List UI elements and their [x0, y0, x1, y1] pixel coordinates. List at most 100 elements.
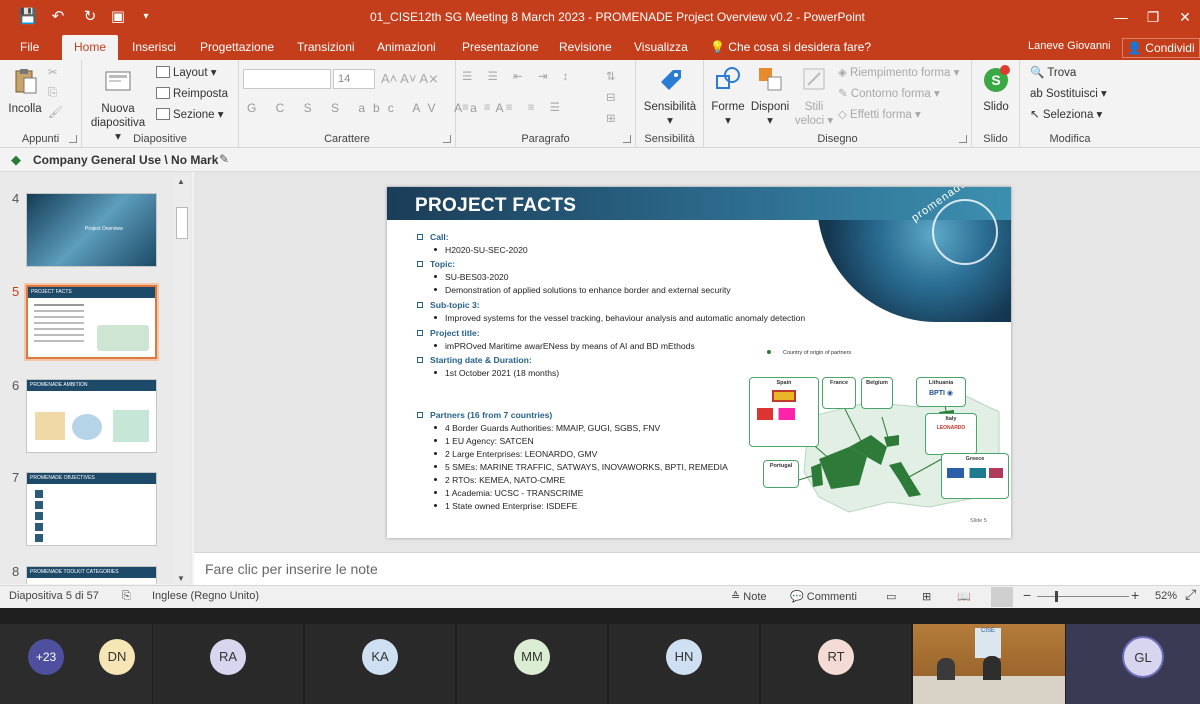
avatar-rt[interactable]: RT [818, 639, 854, 675]
new-slide-icon [105, 71, 131, 91]
reading-view-icon[interactable]: 📖 [957, 590, 971, 603]
slideshow-view-icon[interactable] [991, 587, 1013, 607]
notes-toggle[interactable]: ≙ Note [731, 590, 767, 603]
slide-thumbnail-5[interactable]: PROJECT FACTS [24, 283, 159, 361]
scroll-up-icon[interactable]: ▲ [177, 177, 185, 186]
find-button[interactable]: 🔍 Trova [1030, 64, 1076, 82]
slide-thumbnail-6[interactable]: PROMENADE AMBITION [26, 379, 157, 453]
fit-to-window-icon[interactable]: ⤢ [1185, 586, 1196, 603]
sensitivity-label-text[interactable]: Company General Use \ No Mark [33, 153, 218, 167]
align-text-icon[interactable]: ⊟ [606, 89, 616, 107]
avatar-hn[interactable]: HN [666, 639, 702, 675]
zoom-in-icon[interactable]: + [1131, 587, 1139, 603]
list-buttons-icon[interactable]: ☰ ☰ ⇤ ⇥ ↕ [462, 68, 574, 86]
arrange-button[interactable]: Disponi ▾ [748, 64, 792, 128]
close-button[interactable]: ✕ [1172, 6, 1198, 28]
slido-button[interactable]: S Slido [976, 64, 1016, 114]
section-icon [156, 108, 170, 120]
undo-icon[interactable]: ↶ [48, 7, 68, 27]
spain-flag-logo [772, 390, 796, 402]
avatar-ka[interactable]: KA [362, 639, 398, 675]
copy-icon[interactable]: ⎘ [48, 84, 57, 102]
call-heading: Call: [417, 232, 449, 242]
tell-me-box[interactable]: 💡 Che cosa si desidera fare? [704, 35, 877, 60]
tab-review[interactable]: Revisione [553, 35, 618, 60]
tab-animations[interactable]: Animazioni [371, 35, 442, 60]
thumbnail-scrollbar[interactable]: ▲ ▼ [174, 175, 190, 585]
align-buttons-icon[interactable]: ≡ ≡ ≡ ≡ ☰ [462, 99, 566, 117]
drawing-launcher-icon[interactable] [959, 135, 967, 143]
select-button[interactable]: ↖ Seleziona ▾ [1030, 106, 1102, 124]
sensitivity-button[interactable]: Sensibilità ▾ [640, 64, 700, 128]
share-button[interactable]: 👤 Condividi [1122, 38, 1200, 58]
paragraph-launcher-icon[interactable] [623, 135, 631, 143]
minimize-button[interactable]: — [1108, 6, 1134, 28]
tab-home[interactable]: Home [62, 35, 118, 60]
country-box-belgium: Belgium [861, 377, 893, 409]
font-grow-icon[interactable]: A˄ A˅ A⨯ [381, 70, 439, 88]
scroll-down-icon[interactable]: ▼ [177, 574, 185, 583]
replace-button[interactable]: ab Sostituisci ▾ [1030, 85, 1107, 103]
shapes-button[interactable]: Forme ▾ [708, 64, 748, 128]
normal-view-icon[interactable]: ▭ [886, 590, 896, 603]
clipboard-launcher-icon[interactable] [69, 135, 77, 143]
maximize-button[interactable]: ❐ [1140, 6, 1166, 28]
edit-pencil-icon[interactable]: ✎ [219, 152, 229, 166]
spellcheck-icon[interactable]: ⎘ [122, 590, 131, 603]
save-icon[interactable]: 💾 [18, 7, 38, 27]
font-size-box[interactable]: 14 [333, 69, 375, 89]
font-launcher-icon[interactable] [443, 135, 451, 143]
avatar-mm[interactable]: MM [514, 639, 550, 675]
avatar-ra[interactable]: RA [210, 639, 246, 675]
tab-file[interactable]: File [14, 35, 45, 60]
slide-counter[interactable]: Diapositiva 5 di 57 [9, 590, 99, 602]
reset-button[interactable]: Reimposta [156, 85, 228, 103]
customize-toolbar-icon[interactable]: ▾ [136, 7, 156, 27]
topic-value-1: SU-BES03-2020 [434, 272, 509, 282]
comments-toggle[interactable]: 💬 Commenti [790, 590, 857, 603]
zoom-out-icon[interactable]: − [1023, 587, 1031, 603]
slide-thumbnail-8[interactable]: PROMENADE TOOLKIT CATEGORIES [26, 566, 157, 584]
tab-insert[interactable]: Inserisci [126, 35, 182, 60]
section-button[interactable]: Sezione ▾ [156, 106, 224, 124]
redo-icon[interactable]: ↻ [80, 7, 100, 27]
quick-styles-button[interactable]: Stili veloci ▾ [794, 64, 834, 128]
zoom-slider-thumb[interactable] [1055, 591, 1058, 602]
tab-view[interactable]: Visualizza [628, 35, 694, 60]
notes-pane[interactable]: Fare clic per inserire le note [194, 552, 1200, 585]
greece-partner-logos [947, 468, 1003, 478]
cut-icon[interactable]: ✂ [48, 64, 58, 82]
slide-5[interactable]: PROJECT FACTS promenade Call: H2020-SU-S… [387, 187, 1011, 538]
comments-label: Commenti [806, 591, 857, 603]
zoom-slider[interactable] [1037, 596, 1129, 597]
font-name-box[interactable] [243, 69, 331, 89]
thumb-number-8: 8 [12, 564, 20, 579]
partners-heading: Partners (16 from 7 countries) [417, 410, 552, 420]
text-direction-icon[interactable]: ⇅ [606, 68, 616, 86]
thumb-caption-6: PROMENADE AMBITION [27, 380, 156, 391]
more-participants-badge[interactable]: +23 [28, 639, 64, 675]
avatar-gl[interactable]: GL [1122, 636, 1164, 678]
participant-video[interactable]: CISE [913, 624, 1065, 704]
paste-button[interactable]: Incolla [4, 66, 46, 116]
language-indicator[interactable]: Inglese (Regno Unito) [152, 590, 259, 602]
avatar-dn[interactable]: DN [99, 639, 135, 675]
tab-transitions[interactable]: Transizioni [291, 35, 361, 60]
tab-design[interactable]: Progettazione [194, 35, 280, 60]
slide-thumbnail-4[interactable]: Project Overview [26, 193, 157, 267]
partner-line-7: 1 State owned Enterprise: ISDEFE [434, 501, 577, 511]
shape-effects-button[interactable]: ◇ Effetti forma ▾ [838, 106, 921, 124]
group-label-slido: Slido [983, 133, 1008, 145]
scroll-thumb[interactable] [176, 207, 188, 239]
smartart-icon[interactable]: ⊞ [606, 110, 616, 128]
slide-thumbnail-7[interactable]: PROMENADE OBJECTIVES [26, 472, 157, 546]
user-name[interactable]: Laneve Giovanni [1028, 40, 1111, 52]
shape-fill-button[interactable]: ◈ Riempimento forma ▾ [838, 64, 959, 82]
start-from-beginning-icon[interactable]: ▣ [108, 7, 128, 27]
slide-sorter-icon[interactable]: ⊞ [922, 590, 931, 603]
layout-button[interactable]: Layout ▾ [156, 64, 217, 82]
format-painter-icon[interactable]: 🖌 [48, 104, 63, 122]
shape-outline-button[interactable]: ✎ Contorno forma ▾ [838, 85, 940, 103]
zoom-level[interactable]: 52% [1155, 590, 1177, 602]
tab-slideshow[interactable]: Presentazione [456, 35, 545, 60]
